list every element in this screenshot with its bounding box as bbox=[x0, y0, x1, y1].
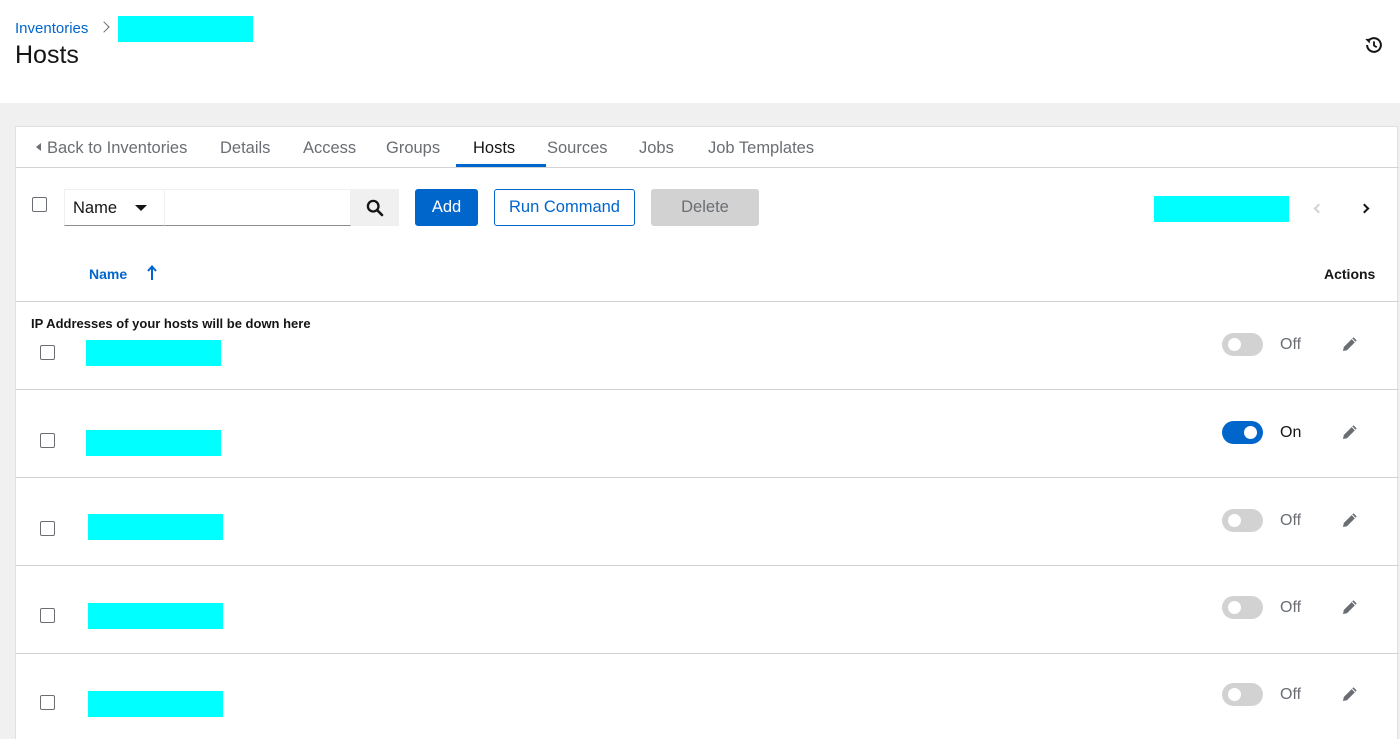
caret-left-icon bbox=[36, 142, 41, 151]
tab-back-to-inventories[interactable]: Back to Inventories bbox=[36, 127, 187, 168]
chevron-right-icon bbox=[1359, 203, 1370, 214]
hosts-note: IP Addresses of your hosts will be down … bbox=[31, 316, 311, 331]
host-enabled-toggle[interactable] bbox=[1222, 333, 1263, 356]
history-icon[interactable] bbox=[1363, 34, 1385, 56]
pagination-prev-button[interactable] bbox=[1309, 201, 1325, 217]
toggle-knob bbox=[1244, 426, 1257, 439]
row-checkbox[interactable] bbox=[40, 521, 55, 536]
delete-button[interactable]: Delete bbox=[651, 189, 759, 226]
caret-down-icon bbox=[135, 205, 147, 211]
select-all-checkbox[interactable] bbox=[32, 197, 47, 212]
pencil-icon[interactable] bbox=[1341, 423, 1359, 441]
tab-access[interactable]: Access bbox=[303, 127, 356, 168]
tab-job-templates[interactable]: Job Templates bbox=[708, 127, 814, 168]
pencil-icon[interactable] bbox=[1341, 685, 1359, 703]
table-row: Off bbox=[16, 653, 1399, 739]
host-enabled-toggle[interactable] bbox=[1222, 509, 1263, 532]
host-name-redacted[interactable] bbox=[88, 691, 223, 717]
sort-ascending-icon[interactable] bbox=[147, 265, 157, 281]
toggle-label: Off bbox=[1280, 512, 1302, 529]
row-checkbox[interactable] bbox=[40, 608, 55, 623]
toggle-label: Off bbox=[1280, 336, 1302, 353]
toggle-knob bbox=[1228, 601, 1241, 614]
column-header-actions: Actions bbox=[1324, 266, 1376, 282]
table-row: IP Addresses of your hosts will be down … bbox=[16, 302, 1399, 390]
host-enabled-toggle[interactable] bbox=[1222, 421, 1263, 444]
row-checkbox[interactable] bbox=[40, 695, 55, 710]
tab-groups[interactable]: Groups bbox=[386, 127, 440, 168]
search-icon bbox=[366, 199, 384, 217]
pencil-icon[interactable] bbox=[1341, 335, 1359, 353]
host-enabled-toggle[interactable] bbox=[1222, 683, 1263, 706]
breadcrumb-redacted-inventory bbox=[118, 16, 253, 42]
table-row: Off bbox=[16, 566, 1399, 654]
pagination-redacted-count bbox=[1154, 196, 1289, 222]
toggle-knob bbox=[1228, 514, 1241, 527]
host-name-redacted[interactable] bbox=[86, 340, 221, 366]
host-name-redacted[interactable] bbox=[88, 603, 223, 629]
search-input[interactable] bbox=[165, 189, 351, 226]
toggle-label: Off bbox=[1280, 686, 1302, 703]
row-checkbox[interactable] bbox=[40, 433, 55, 448]
host-name-redacted[interactable] bbox=[88, 514, 223, 540]
run-command-button[interactable]: Run Command bbox=[494, 189, 635, 226]
table-row: Off bbox=[16, 478, 1399, 566]
tab-hosts[interactable]: Hosts bbox=[473, 127, 515, 168]
table-row: On bbox=[16, 390, 1399, 478]
tab-sources[interactable]: Sources bbox=[547, 127, 608, 168]
chevron-left-icon bbox=[1313, 203, 1324, 214]
page-header: Inventories Hosts bbox=[0, 0, 1400, 103]
toggle-label: On bbox=[1280, 424, 1302, 441]
search-button[interactable] bbox=[351, 189, 399, 226]
breadcrumb-inventories-link[interactable]: Inventories bbox=[15, 20, 88, 37]
breadcrumb: Inventories bbox=[15, 18, 122, 38]
pencil-icon[interactable] bbox=[1341, 511, 1359, 529]
hosts-card: Back to Inventories Details Access Group… bbox=[15, 126, 1399, 739]
pagination-next-button[interactable] bbox=[1358, 201, 1374, 217]
column-header-name[interactable]: Name bbox=[89, 266, 127, 282]
chevron-right-icon bbox=[98, 21, 111, 33]
toggle-knob bbox=[1228, 338, 1241, 351]
host-enabled-toggle[interactable] bbox=[1222, 596, 1263, 619]
row-checkbox[interactable] bbox=[40, 345, 55, 360]
pencil-icon[interactable] bbox=[1341, 598, 1359, 616]
filter-field-select[interactable]: Name bbox=[64, 189, 165, 226]
toggle-label: Off bbox=[1280, 599, 1302, 616]
host-name-redacted[interactable] bbox=[86, 430, 221, 456]
tab-details[interactable]: Details bbox=[220, 127, 270, 168]
tab-jobs[interactable]: Jobs bbox=[639, 127, 674, 168]
tab-bar: Back to Inventories Details Access Group… bbox=[16, 127, 1399, 168]
active-tab-indicator bbox=[456, 164, 546, 167]
page-title: Hosts bbox=[15, 41, 79, 69]
toggle-knob bbox=[1228, 688, 1241, 701]
add-button[interactable]: Add bbox=[415, 189, 478, 226]
